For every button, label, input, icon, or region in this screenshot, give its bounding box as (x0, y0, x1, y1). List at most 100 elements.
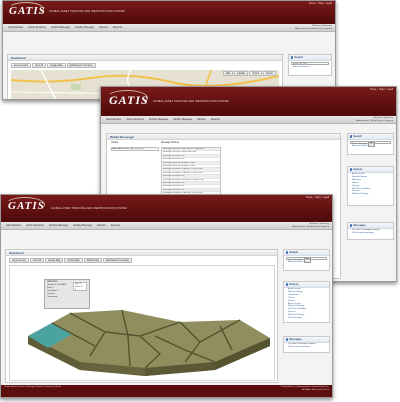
logoff-link[interactable]: Logoff (326, 3, 332, 5)
main-nav: Administrator Clock Sessions Vehicle Man… (3, 23, 335, 32)
help-link[interactable]: Help (318, 3, 323, 5)
footer-link[interactable]: Online Home (4, 386, 17, 388)
satellite-button[interactable]: Satellite (234, 71, 249, 77)
nav-vehicle-manager[interactable]: Vehicle Manager (51, 26, 70, 29)
nav-administrator[interactable]: Administrator (8, 26, 23, 29)
nav-clock-sessions[interactable]: Clock Sessions (26, 224, 44, 227)
nav-reports[interactable]: Reports (111, 224, 120, 227)
home-link[interactable]: Home (309, 3, 315, 5)
column-message-window: Message Window (161, 142, 180, 144)
window-facility-map: GATIS GLOBAL ASSET TRACKING AND IDENTIFI… (0, 194, 333, 398)
hybrid-button[interactable]: Hybrid (249, 71, 262, 77)
nav-reports[interactable]: Reports (211, 118, 220, 121)
nav-monitor[interactable]: Monitor (99, 26, 108, 29)
tagline: GLOBAL ASSET TRACKING AND IDENTIFICATION… (49, 10, 125, 13)
search-title: Search (284, 250, 329, 256)
tab-view-all[interactable]: View All (29, 258, 44, 264)
gatis-logo: GATIS (8, 200, 45, 212)
footer-link[interactable]: Spain (37, 386, 43, 388)
footer-links: Online Home | France | Portugal | Spain … (4, 386, 61, 388)
search-input[interactable]: Search for Tags Go (350, 141, 391, 147)
tab-asset-groups[interactable]: Asset Groups (9, 258, 29, 264)
search-input[interactable]: Search for Tags (291, 62, 329, 66)
nav-reports[interactable]: Reports (113, 26, 122, 29)
search-box: Search Search for Tags Advanced Search (288, 54, 332, 76)
tab-asset-locator[interactable]: Asset Locator (11, 63, 32, 69)
welcome-text: Welcome, Marketing Administrator | Earth… (356, 117, 393, 122)
nav-clock-sessions[interactable]: Clock Sessions (28, 26, 46, 29)
footer-copyright: © EarthSearch Communications Internation… (280, 386, 329, 391)
nav-vehicle-manager[interactable]: Vehicle Manager (149, 118, 168, 121)
header-links: Home | Help | Logoff (309, 3, 332, 5)
help-link[interactable]: Help (315, 197, 320, 199)
history-box: History Asset Locator Network Groups Com… (283, 281, 330, 323)
footer-link[interactable]: Portugal (27, 386, 35, 388)
header-links: Home | Help | Logoff (306, 197, 329, 199)
nav-vehicle-manager[interactable]: Vehicle Manager (49, 224, 68, 227)
nav-administrator[interactable]: Administrator (6, 224, 21, 227)
panel-title: Dashboard (8, 55, 282, 61)
search-title: Search (348, 134, 393, 140)
facility-map-view[interactable]: SECTOR 2 Reader ID: 00008EB Zone: 1 Tag … (9, 265, 275, 381)
vehicle-row[interactable]: 2006 Truck Vehicle Title: 20070913 (111, 147, 159, 151)
panel-title: Dashboard (6, 250, 277, 256)
home-link[interactable]: Home (306, 197, 312, 199)
help-link[interactable]: Help (379, 89, 384, 91)
tab-company[interactable]: EarthSearch Company (66, 63, 96, 69)
welcome-text: Welcome, Marketing Administrator | Earth… (292, 223, 329, 228)
tagline: GLOBAL ASSET TRACKING AND IDENTIFICATION… (51, 207, 127, 210)
main-nav: Administrator Clock Sessions Vehicle Man… (1, 221, 332, 230)
map-button[interactable]: Map (222, 71, 234, 77)
nav-monitor[interactable]: Monitor (97, 224, 106, 227)
dashboard-tabs: Asset Locator View All Google Map EarthSear… (11, 63, 97, 69)
nav-administrator[interactable]: Administrator (106, 118, 121, 121)
tab-company[interactable]: EarthSearch Company (102, 258, 133, 264)
dashboard-tabs: Asset Groups View All Google Map Facility M… (9, 258, 133, 264)
nav-facility-manager[interactable]: Facility Manager (73, 224, 92, 227)
history-item[interactable]: Shelter & Routing (348, 193, 393, 196)
history-item[interactable]: Clock Sessions (284, 317, 329, 320)
footer-link[interactable]: France (19, 386, 26, 388)
search-input[interactable]: Search for Tags Go (286, 257, 327, 263)
app-header: GATIS GLOBAL ASSET TRACKING AND IDENTIFI… (101, 87, 396, 115)
advanced-search-link[interactable]: Advanced Search (289, 66, 331, 69)
tab-google-map[interactable]: Google Map (47, 63, 66, 69)
app-footer: Online Home | France | Portugal | Spain … (1, 385, 332, 397)
search-box: Search Search for Tags Go Advanced Search (347, 133, 394, 155)
tag-value-box: Tag #1 Sector 2 1 (73, 282, 87, 291)
header-links: Home | Help | Logoff (370, 89, 393, 91)
search-title: Search (289, 55, 331, 61)
panel-title: Mobile Messenger (107, 134, 340, 140)
view-messages-link[interactable]: Click to view messages (348, 232, 393, 235)
app-header: GATIS GLOBAL ASSET TRACKING AND IDENTIFI… (1, 195, 332, 221)
search-go-button[interactable]: Go (303, 258, 311, 263)
tab-google-map[interactable]: Google Map (44, 258, 64, 264)
view-messages-link[interactable]: Click to view messages (284, 346, 329, 349)
logoff-link[interactable]: Logoff (387, 89, 393, 91)
tab-facility-map-2[interactable]: Facility Map (83, 258, 102, 264)
tab-view-all[interactable]: View All (32, 63, 47, 69)
tagline: GLOBAL ASSET TRACKING AND IDENTIFICATION… (153, 100, 229, 103)
nav-facility-manager[interactable]: Facility Manager (173, 118, 192, 121)
terrain-button[interactable]: Terrain (262, 71, 276, 77)
search-go-button[interactable]: Go (367, 142, 375, 147)
footer-link[interactable]: Germany (45, 386, 54, 388)
window-dashboard-map: GATIS GLOBAL ASSET TRACKING AND IDENTIFI… (2, 0, 336, 100)
app-header: GATIS GLOBAL ASSET TRACKING AND IDENTIFI… (3, 1, 335, 23)
column-vehicle: Vehicle (111, 142, 119, 144)
message-window: Message Received: DESTINATION REACHED Me… (161, 147, 221, 199)
gatis-logo: GATIS (109, 93, 149, 107)
tab-facility-map[interactable]: Facility Map (64, 258, 83, 264)
footer-link[interactable]: Brazil (55, 386, 60, 388)
logo-swoosh (8, 2, 44, 16)
home-link[interactable]: Home (370, 89, 376, 91)
logoff-link[interactable]: Logoff (323, 197, 329, 199)
nav-facility-manager[interactable]: Facility Manager (75, 26, 94, 29)
messages-box: Messages You have 0 messages waiting Cli… (283, 336, 330, 353)
main-nav: Administrator Clock Sessions Vehicle Man… (101, 115, 396, 124)
search-box: Search Search for Tags Go Advanced Search (283, 249, 330, 271)
nav-clock-sessions[interactable]: Clock Sessions (126, 118, 144, 121)
history-box: History Asset Locator Network Groups Net… (347, 166, 394, 206)
welcome-text: Welcome, Marketing Administrator | Earth… (295, 25, 332, 30)
nav-monitor[interactable]: Monitor (197, 118, 206, 121)
